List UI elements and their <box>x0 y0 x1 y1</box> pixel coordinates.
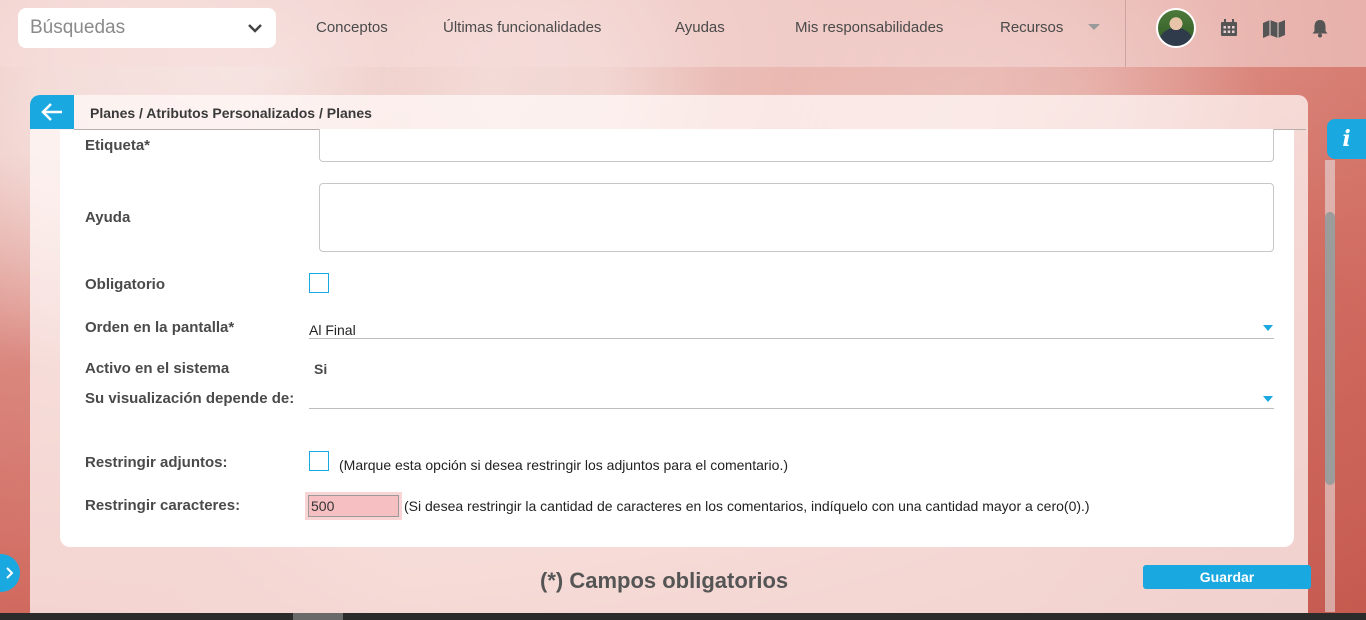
ayuda-textarea[interactable] <box>319 183 1274 252</box>
nav-conceptos[interactable]: Conceptos <box>316 19 388 36</box>
nav-ayudas[interactable]: Ayudas <box>675 19 725 36</box>
bottom-taskbar <box>0 613 1366 620</box>
search-dropdown-value: Búsquedas <box>30 17 126 38</box>
restringir-adjuntos-hint: (Marque esta opción si desea restringir … <box>339 457 789 473</box>
obligatorio-label: Obligatorio <box>85 276 165 293</box>
breadcrumb: Planes / Atributos Personalizados / Plan… <box>90 105 372 121</box>
calendar-icon[interactable] <box>1219 18 1239 38</box>
restringir-caracteres-hint: (Si desea restringir la cantidad de cara… <box>404 498 1090 514</box>
restringir-caracteres-label: Restringir caracteres: <box>85 497 241 514</box>
info-icon[interactable]: i <box>1327 119 1366 159</box>
activo-value: Si <box>314 361 328 377</box>
chevron-down-icon <box>248 24 262 33</box>
visualizacion-select-underline <box>309 408 1274 409</box>
search-dropdown[interactable]: Búsquedas <box>18 8 276 48</box>
etiqueta-label: Etiqueta* <box>85 137 151 154</box>
nav-recursos[interactable]: Recursos <box>1000 19 1063 36</box>
orden-select-value[interactable]: Al Final <box>309 322 356 338</box>
restringir-adjuntos-checkbox[interactable] <box>309 451 329 471</box>
orden-label: Orden en la pantalla* <box>85 319 235 336</box>
etiqueta-input[interactable] <box>319 129 1274 162</box>
top-navigation-bar: Búsquedas Conceptos Últimas funcionalida… <box>0 0 1366 67</box>
activo-label: Activo en el sistema <box>85 360 230 377</box>
nav-ultimas-funcionalidades[interactable]: Últimas funcionalidades <box>443 19 601 36</box>
visualizacion-label: Su visualización depende de: <box>85 390 295 407</box>
user-avatar[interactable] <box>1156 8 1196 48</box>
ayuda-label: Ayuda <box>85 209 131 226</box>
nav-separator <box>1125 0 1126 67</box>
arrow-left-icon <box>41 103 62 121</box>
orden-dropdown-caret-icon[interactable] <box>1263 325 1273 331</box>
map-icon[interactable] <box>1262 18 1286 38</box>
orden-select-underline <box>309 338 1274 339</box>
nav-mis-responsabilidades[interactable]: Mis responsabilidades <box>795 19 943 36</box>
back-button[interactable] <box>30 95 74 129</box>
taskbar-segment <box>293 613 343 620</box>
visualizacion-dropdown-caret-icon[interactable] <box>1263 396 1273 402</box>
bell-icon[interactable] <box>1310 18 1330 38</box>
scrollbar-thumb[interactable] <box>1325 212 1335 485</box>
required-fields-note: (*) Campos obligatorios <box>540 568 789 593</box>
obligatorio-checkbox[interactable] <box>309 273 329 293</box>
recursos-caret-icon[interactable] <box>1088 24 1100 30</box>
save-button[interactable]: Guardar <box>1143 565 1311 589</box>
chevron-right-icon <box>6 567 14 579</box>
restringir-caracteres-input[interactable] <box>308 495 399 517</box>
restringir-adjuntos-label: Restringir adjuntos: <box>85 454 228 471</box>
